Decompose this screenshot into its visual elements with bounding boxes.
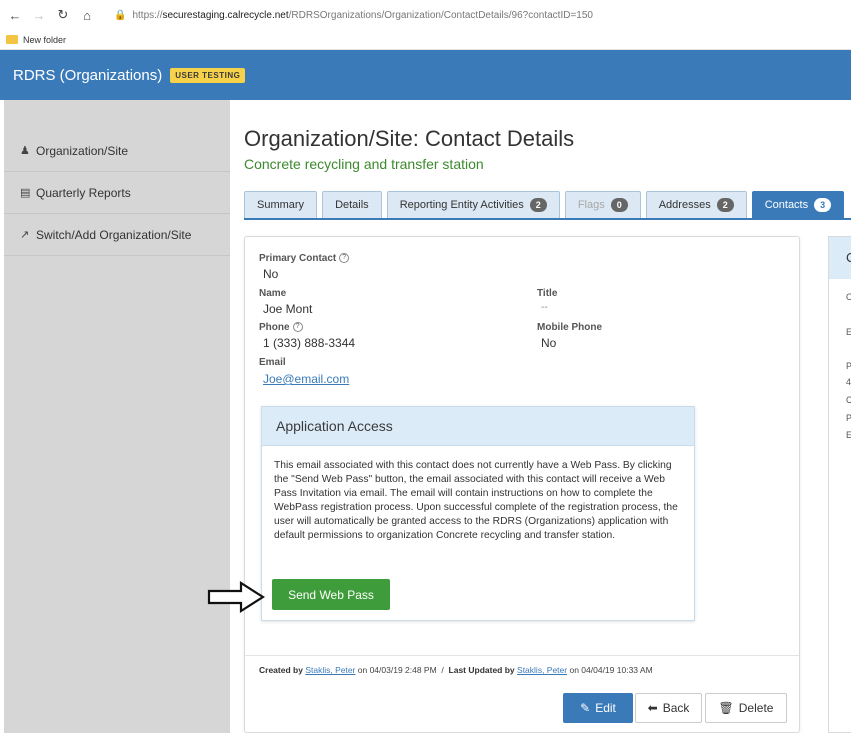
tab-flags[interactable]: Flags 0 — [564, 191, 641, 218]
send-web-pass-button[interactable]: Send Web Pass — [272, 579, 390, 610]
mobile-phone-value: No — [541, 336, 557, 350]
folder-icon — [6, 35, 18, 44]
sidebar-item-label: Switch/Add Organization/Site — [36, 227, 192, 242]
lock-icon: 🔒 — [114, 9, 127, 21]
browser-toolbar: ← → ↻ ⌂ 🔒 https://securestaging.calrecyc… — [0, 0, 851, 30]
bar-chart-icon: ▤ — [20, 187, 31, 199]
title-value: -- — [541, 302, 548, 313]
refresh-icon[interactable]: ↻ — [54, 7, 72, 23]
tab-summary[interactable]: Summary — [244, 191, 318, 218]
tab-label: Summary — [257, 199, 305, 211]
annotation-arrow-icon — [207, 581, 265, 613]
application-access-panel: Application Access This email associated… — [261, 406, 695, 621]
tab-label: Addresses — [658, 199, 711, 211]
mobile-phone-label: Mobile Phone — [537, 322, 602, 333]
side-panel — [828, 236, 851, 733]
side-panel-fragment: P — [846, 361, 851, 371]
sidebar-item-quarterly-reports[interactable]: ▤ Quarterly Reports — [4, 172, 230, 214]
trash-icon: 🗑 — [718, 701, 734, 715]
address-bar[interactable]: https://securestaging.calrecycle.net/RDR… — [132, 10, 593, 21]
back-button[interactable]: ⬅ Back — [635, 693, 702, 723]
updated-date: on 04/04/19 10:33 AM — [569, 665, 653, 675]
sidebar-item-label: Organization/Site — [36, 143, 129, 158]
back-label: Back — [662, 701, 690, 715]
side-panel-fragment: 4 — [846, 377, 851, 387]
sidebar: ♟ Organization/Site ▤ Quarterly Reports … — [4, 100, 230, 733]
application-access-heading: Application Access — [262, 407, 694, 446]
name-value: Joe Mont — [263, 302, 313, 316]
created-by-link[interactable]: Staklis, Peter — [305, 665, 355, 675]
external-link-icon: ↗ — [20, 229, 30, 241]
primary-contact-label: Primary Contact? — [259, 253, 350, 264]
phone-label: Phone? — [259, 322, 303, 333]
delete-button[interactable]: 🗑 Delete — [705, 693, 787, 723]
primary-contact-value: No — [263, 267, 279, 281]
label-text: Primary Contact — [259, 253, 337, 264]
sidebar-item-organization-site[interactable]: ♟ Organization/Site — [4, 130, 230, 172]
env-badge: USER TESTING — [170, 67, 246, 83]
updated-label: Last Updated by — [448, 665, 515, 675]
page-subtitle: Concrete recycling and transfer station — [244, 156, 484, 172]
count-badge: 2 — [716, 198, 734, 212]
phone-value: 1 (333) 888-3344 — [263, 336, 356, 350]
email-link[interactable]: Joe@email.com — [263, 372, 349, 386]
tab-reporting-entity-activities[interactable]: Reporting Entity Activities 2 — [386, 191, 560, 218]
title-label: Title — [537, 288, 558, 299]
help-icon[interactable]: ? — [292, 322, 303, 333]
tab-label: Reporting Entity Activities — [399, 199, 524, 211]
edit-label: Edit — [595, 701, 616, 715]
side-panel-fragment: O — [846, 292, 851, 302]
bookmarks-bar: New folder — [0, 30, 851, 50]
app-header: RDRS (Organizations) USER TESTING — [0, 50, 851, 100]
delete-label: Delete — [738, 701, 774, 715]
url-path: /RDRSOrganizations/Organization/ContactD… — [288, 9, 593, 21]
page-title: Organization/Site: Contact Details — [244, 126, 575, 151]
count-badge: 0 — [610, 198, 628, 212]
count-badge: 2 — [529, 198, 547, 212]
sidebar-item-switch-add[interactable]: ↗ Switch/Add Organization/Site — [4, 214, 230, 256]
count-badge: 3 — [814, 198, 832, 212]
side-panel-fragment: E — [846, 327, 851, 337]
tab-details[interactable]: Details — [322, 191, 382, 218]
arrow-left-icon: ⬅ — [647, 701, 658, 715]
bookmark-new-folder[interactable]: New folder — [23, 35, 66, 45]
sidebar-item-label: Quarterly Reports — [36, 185, 131, 200]
audit-separator: / — [441, 665, 444, 675]
tab-underline — [244, 218, 851, 220]
url-prefix: https:// — [132, 9, 163, 21]
application-access-text: This email associated with this contact … — [274, 460, 678, 541]
tab-label: Flags — [577, 199, 605, 211]
side-panel-fragment: E — [846, 430, 851, 440]
tab-addresses[interactable]: Addresses 2 — [645, 191, 747, 218]
created-label: Created by — [259, 665, 303, 675]
label-text: Phone — [259, 322, 290, 333]
app-title[interactable]: RDRS (Organizations) — [13, 67, 162, 84]
tab-bar: Summary Details Reporting Entity Activit… — [244, 191, 849, 218]
tab-label: Contacts — [764, 199, 809, 211]
side-panel-fragment: P — [846, 413, 851, 423]
name-label: Name — [259, 288, 287, 299]
home-icon[interactable]: ⌂ — [78, 8, 96, 23]
tab-contacts[interactable]: Contacts 3 — [751, 191, 845, 218]
email-label: Email — [259, 357, 286, 368]
url-host: securestaging.calrecycle.net — [162, 9, 289, 21]
forward-arrow-icon[interactable]: → — [30, 8, 48, 23]
side-panel-fragment: C — [846, 395, 851, 405]
side-panel-heading: C — [846, 250, 851, 265]
edit-button[interactable]: ✎ Edit — [563, 693, 633, 723]
help-icon[interactable]: ? — [339, 253, 350, 264]
divider — [245, 655, 799, 656]
back-arrow-icon[interactable]: ← — [6, 8, 24, 23]
user-icon: ♟ — [20, 145, 30, 157]
audit-info: Created by Staklis, Peter on 04/03/19 2:… — [259, 665, 653, 675]
contact-details-card: Primary Contact? No Name Joe Mont Title … — [244, 236, 800, 733]
edit-icon: ✎ — [580, 701, 591, 715]
created-date: on 04/03/19 2:48 PM — [357, 665, 437, 675]
tab-label: Details — [335, 199, 369, 211]
updated-by-link[interactable]: Staklis, Peter — [517, 665, 567, 675]
